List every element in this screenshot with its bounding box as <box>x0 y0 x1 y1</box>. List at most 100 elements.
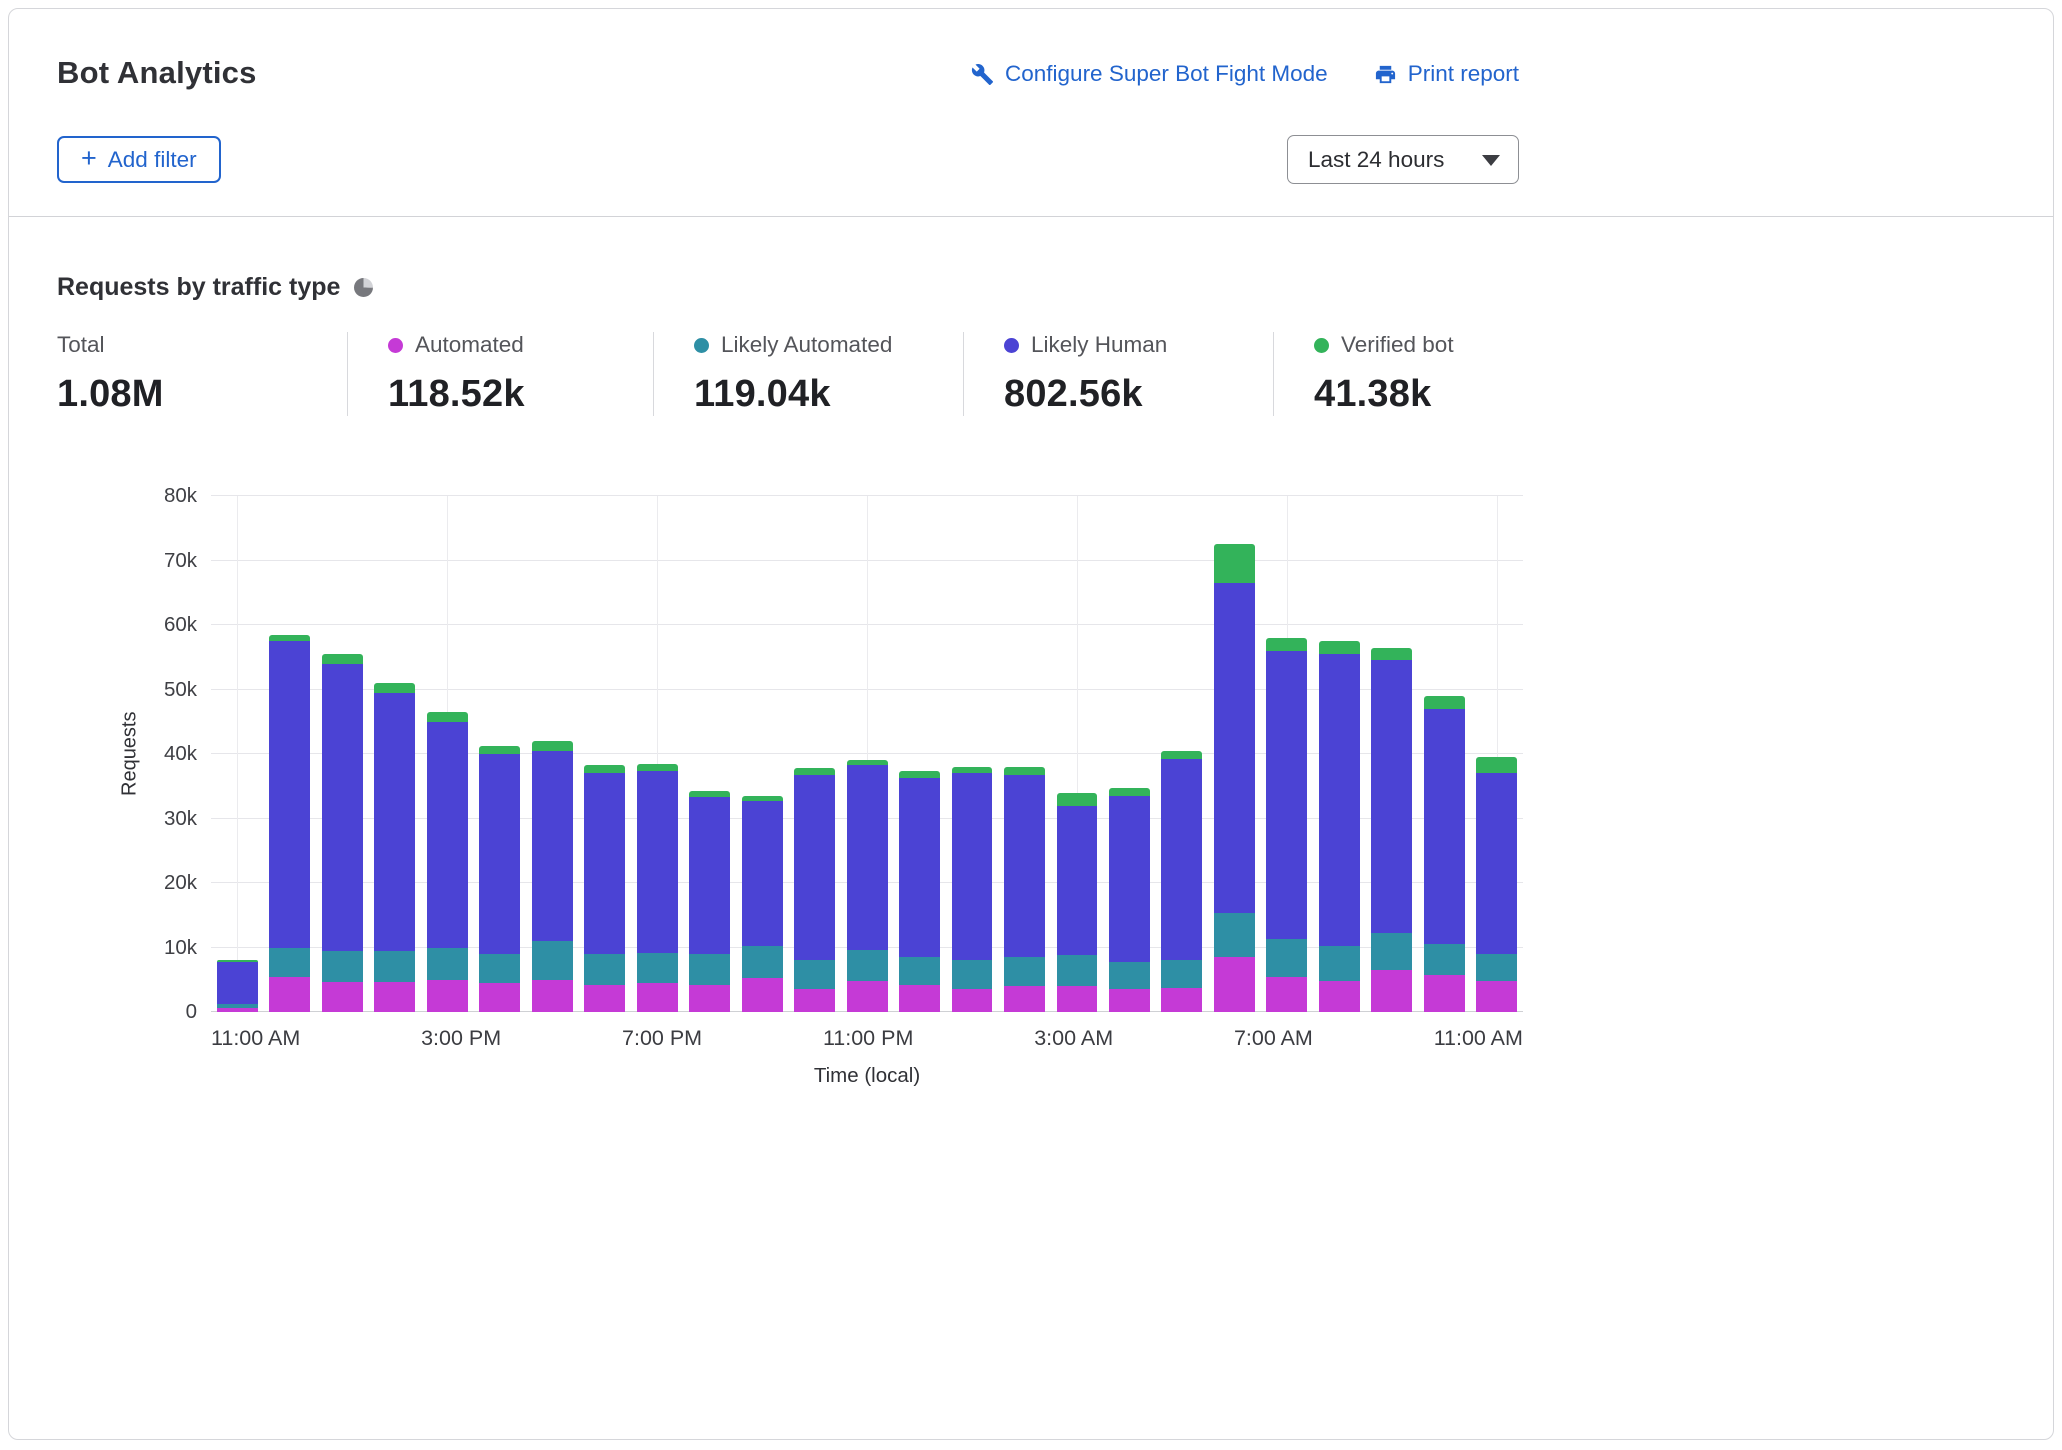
x-tick-label: 3:00 AM <box>1034 1026 1113 1052</box>
bar-segment-automated <box>322 982 363 1012</box>
bar-600am[interactable] <box>1208 496 1260 1012</box>
bar-segment-likely-automated <box>637 953 678 983</box>
bar-segment-likely-automated <box>1109 962 1150 989</box>
time-range-value: Last 24 hours <box>1308 147 1444 173</box>
stat-verified-bot: Verified bot 41.38k <box>1273 332 1519 416</box>
bar-segment-verified-bot <box>1424 696 1465 709</box>
x-tick-label <box>541 1026 581 1052</box>
bar-segment-likely-human <box>899 778 940 957</box>
bar-segment-likely-human <box>1371 660 1412 932</box>
bar-1100am[interactable] <box>211 496 263 1012</box>
bar-segment-automated <box>1109 989 1150 1012</box>
bar-segment-likely-automated <box>479 954 520 983</box>
bar-segment-automated <box>1476 981 1517 1012</box>
bar-segment-automated <box>1319 981 1360 1012</box>
bar-300pm[interactable] <box>421 496 473 1012</box>
plot-area <box>211 496 1523 1012</box>
bar-200am[interactable] <box>998 496 1050 1012</box>
add-filter-button[interactable]: + Add filter <box>57 136 221 183</box>
bar-1200pm[interactable] <box>263 496 315 1012</box>
bar-400pm[interactable] <box>473 496 525 1012</box>
bar-segment-likely-human <box>1214 583 1255 913</box>
bar-400am[interactable] <box>1103 496 1155 1012</box>
bar-600pm[interactable] <box>578 496 630 1012</box>
x-tick-label <box>1153 1026 1193 1052</box>
bar-segment-automated <box>1371 970 1412 1012</box>
stat-verified-bot-label: Verified bot <box>1341 332 1454 358</box>
bar-200pm[interactable] <box>368 496 420 1012</box>
bar-segment-likely-human <box>322 664 363 951</box>
bar-segment-likely-automated <box>269 948 310 977</box>
bar-segment-verified-bot <box>1214 544 1255 583</box>
configure-super-bot-fight-mode-link[interactable]: Configure Super Bot Fight Mode <box>971 61 1328 87</box>
bar-segment-likely-automated <box>1057 955 1098 986</box>
bar-900am[interactable] <box>1366 496 1418 1012</box>
stat-likely-human-label: Likely Human <box>1031 332 1167 358</box>
bar-500am[interactable] <box>1156 496 1208 1012</box>
bar-segment-likely-automated <box>1476 954 1517 981</box>
bar-segment-automated <box>899 985 940 1012</box>
x-tick-label: 3:00 PM <box>421 1026 501 1052</box>
bar-1200am[interactable] <box>893 496 945 1012</box>
bar-segment-verified-bot <box>1057 793 1098 806</box>
time-range-select[interactable]: Last 24 hours <box>1287 135 1519 184</box>
bar-segment-automated <box>532 980 573 1012</box>
bar-1100am[interactable] <box>1471 496 1523 1012</box>
bar-segment-likely-automated <box>584 954 625 985</box>
bar-700am[interactable] <box>1261 496 1313 1012</box>
y-tick-label: 0 <box>186 1000 197 1024</box>
stat-likely-human-value: 802.56k <box>1004 373 1273 416</box>
y-tick-label: 60k <box>164 613 197 637</box>
bar-segment-likely-human <box>217 962 258 1003</box>
page-title: Bot Analytics <box>57 55 257 91</box>
bar-segment-likely-human <box>847 765 888 950</box>
bar-segment-likely-human <box>689 797 730 954</box>
bar-700pm[interactable] <box>631 496 683 1012</box>
bar-segment-likely-human <box>427 722 468 948</box>
bar-800pm[interactable] <box>683 496 735 1012</box>
bar-segment-likely-automated <box>794 960 835 989</box>
bar-segment-automated <box>1161 988 1202 1013</box>
print-report-link[interactable]: Print report <box>1374 61 1519 87</box>
bar-segment-automated <box>1004 986 1045 1012</box>
bar-segment-verified-bot <box>532 741 573 751</box>
bot-analytics-card: Bot Analytics Configure Super Bot Fight … <box>8 8 2054 1440</box>
y-tick-label: 40k <box>164 742 197 766</box>
stat-verified-bot-value: 41.38k <box>1314 373 1519 416</box>
y-tick-label: 30k <box>164 807 197 831</box>
bar-segment-likely-human <box>1319 654 1360 946</box>
x-tick-label: 11:00 PM <box>823 1026 913 1052</box>
y-tick-label: 10k <box>164 936 197 960</box>
bar-800am[interactable] <box>1313 496 1365 1012</box>
likely-human-legend-dot <box>1004 338 1019 353</box>
add-filter-label: Add filter <box>108 147 197 173</box>
bar-1000am[interactable] <box>1418 496 1470 1012</box>
x-tick-label: 11:00 AM <box>1434 1026 1523 1052</box>
print-link-label: Print report <box>1408 61 1519 87</box>
bar-segment-likely-automated <box>952 960 993 989</box>
bar-segment-likely-human <box>1266 651 1307 939</box>
bar-100pm[interactable] <box>316 496 368 1012</box>
likely-automated-legend-dot <box>694 338 709 353</box>
x-tick-label <box>913 1026 953 1052</box>
bar-500pm[interactable] <box>526 496 578 1012</box>
bar-1000pm[interactable] <box>788 496 840 1012</box>
x-tick-label <box>1113 1026 1153 1052</box>
bar-segment-likely-automated <box>532 941 573 980</box>
stat-automated: Automated 118.52k <box>347 332 653 416</box>
x-tick-label <box>1194 1026 1234 1052</box>
verified-bot-legend-dot <box>1314 338 1329 353</box>
bar-900pm[interactable] <box>736 496 788 1012</box>
bar-segment-likely-automated <box>427 948 468 980</box>
bar-segment-likely-automated <box>374 951 415 982</box>
bar-1100pm[interactable] <box>841 496 893 1012</box>
bar-segment-verified-bot <box>1109 788 1150 796</box>
bar-segment-likely-human <box>1161 759 1202 960</box>
bar-segment-likely-human <box>532 751 573 941</box>
bar-300am[interactable] <box>1051 496 1103 1012</box>
bar-segment-verified-bot <box>584 765 625 773</box>
stat-automated-value: 118.52k <box>388 373 653 416</box>
requests-chart: Requests 010k20k30k40k50k60k70k80k 11:00… <box>57 496 2005 1088</box>
bar-segment-likely-automated <box>689 954 730 985</box>
bar-100am[interactable] <box>946 496 998 1012</box>
